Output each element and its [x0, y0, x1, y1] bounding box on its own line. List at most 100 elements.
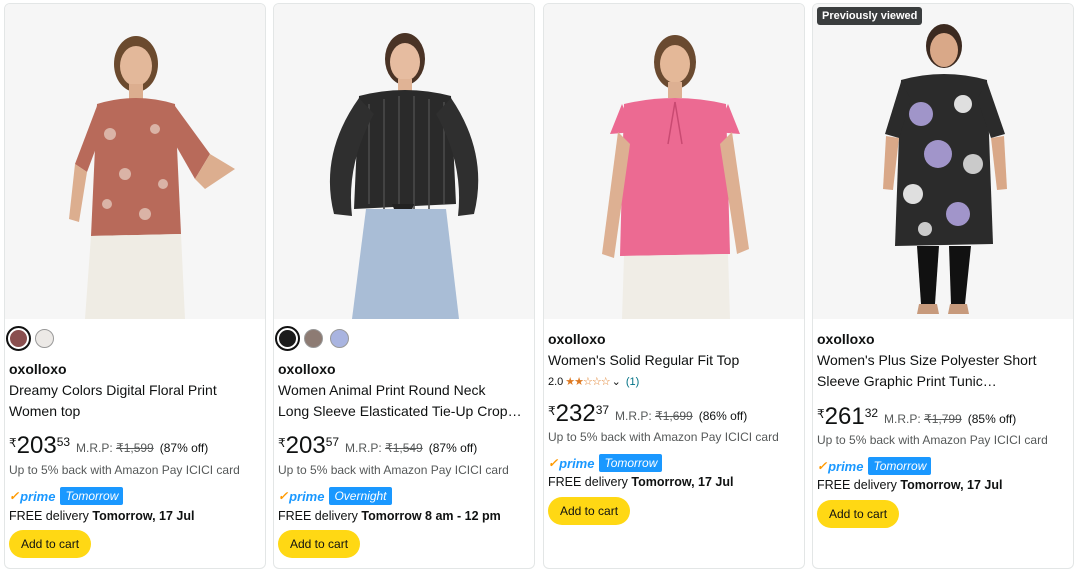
prime-delivery-tag: Tomorrow — [868, 457, 932, 475]
prime-delivery-tag: Overnight — [329, 487, 392, 505]
mrp-label: M.R.P: — [884, 412, 921, 426]
delivery-date: Tomorrow, 17 Jul — [92, 509, 195, 523]
prime-badge: ✓ prime Tomorrow — [548, 454, 663, 472]
price-whole: 261 — [824, 403, 865, 430]
discount-percent: (87% off) — [159, 441, 209, 455]
prime-badge: ✓ prime Overnight — [278, 487, 392, 505]
delivery-info: FREE delivery Tomorrow 8 am - 12 pm — [278, 509, 501, 523]
mrp: M.R.P: ₹1,549 — [345, 441, 423, 455]
price-row: ₹ 203 53 M.R.P: ₹1,599 (87% off) — [9, 433, 208, 459]
delivery-date: Tomorrow 8 am - 12 pm — [361, 509, 501, 523]
brand-name: oxolloxo — [548, 331, 606, 347]
currency-symbol: ₹ — [278, 436, 286, 450]
product-image[interactable] — [5, 4, 265, 319]
product-title[interactable]: Dreamy Colors Digital Floral Print Women… — [9, 380, 261, 422]
product-title[interactable]: Women's Solid Regular Fit Top — [548, 350, 800, 371]
rating-count[interactable]: (1) — [626, 376, 639, 388]
product-image[interactable] — [274, 4, 534, 319]
title-line-1: Dreamy Colors Digital Floral Print — [9, 382, 217, 398]
title-line-1: Women's Solid Regular Fit Top — [548, 352, 740, 368]
swatch-brown[interactable] — [6, 326, 31, 351]
price-fraction: 57 — [325, 435, 340, 449]
prime-badge: ✓ prime Tomorrow — [817, 457, 932, 475]
swatch-black[interactable] — [275, 326, 300, 351]
price-whole: 232 — [555, 400, 596, 427]
prime-logo: ✓ prime — [9, 489, 55, 504]
cashback-offer: Up to 5% back with Amazon Pay ICICI card — [9, 463, 240, 477]
rating-value: 2.0 — [548, 375, 564, 388]
mrp-value: ₹1,599 — [116, 441, 154, 455]
add-to-cart-button[interactable]: Add to cart — [9, 530, 92, 558]
price-row: ₹ 261 32 M.R.P: ₹1,799 (85% off) — [817, 404, 1016, 430]
cashback-offer: Up to 5% back with Amazon Pay ICICI card — [278, 463, 509, 477]
prime-label: prime — [289, 488, 325, 504]
delivery-prefix: FREE delivery — [817, 478, 897, 492]
product-card[interactable]: oxolloxo Dreamy Colors Digital Floral Pr… — [4, 3, 266, 569]
price-fraction: 32 — [864, 406, 879, 420]
delivery-date: Tomorrow, 17 Jul — [631, 475, 734, 489]
mrp-value: ₹1,549 — [385, 441, 423, 455]
currency-symbol: ₹ — [817, 407, 825, 421]
delivery-prefix: FREE delivery — [548, 475, 628, 489]
product-title[interactable]: Women's Plus Size Polyester Short Sleeve… — [817, 350, 1069, 392]
title-line-1: Women Animal Print Round Neck — [278, 382, 486, 398]
price-fraction: 53 — [56, 435, 71, 449]
star-rating-icon: ★★☆☆☆ — [565, 376, 610, 388]
delivery-info: FREE delivery Tomorrow, 17 Jul — [548, 475, 733, 489]
delivery-info: FREE delivery Tomorrow, 17 Jul — [817, 478, 1002, 492]
prime-label: prime — [20, 488, 56, 504]
prime-label: prime — [828, 458, 864, 474]
mrp: M.R.P: ₹1,799 — [884, 412, 962, 426]
title-line-2: Long Sleeve Elasticated Tie-Up Crop… — [278, 403, 522, 419]
swatch-lavender[interactable] — [330, 329, 349, 348]
mrp-label: M.R.P: — [345, 441, 382, 455]
discount-percent: (87% off) — [428, 441, 478, 455]
title-line-2: Sleeve Graphic Print Tunic… — [817, 373, 997, 389]
mrp-value: ₹1,699 — [655, 409, 693, 423]
product-image[interactable] — [544, 4, 804, 319]
prime-badge: ✓ prime Tomorrow — [9, 487, 124, 505]
prime-delivery-tag: Tomorrow — [60, 487, 124, 505]
add-to-cart-button[interactable]: Add to cart — [817, 500, 900, 528]
prime-logo: ✓ prime — [278, 489, 324, 504]
currency-symbol: ₹ — [9, 436, 17, 450]
delivery-prefix: FREE delivery — [9, 509, 89, 523]
prime-check-icon: ✓ — [817, 459, 828, 473]
prime-check-icon: ✓ — [9, 489, 20, 503]
color-swatches — [275, 326, 349, 351]
price-row: ₹ 203 57 M.R.P: ₹1,549 (87% off) — [278, 433, 477, 459]
prime-logo: ✓ prime — [548, 456, 594, 471]
title-line-2: Women top — [9, 403, 81, 419]
product-card[interactable]: oxolloxo Women's Solid Regular Fit Top 2… — [543, 3, 805, 569]
product-title[interactable]: Women Animal Print Round Neck Long Sleev… — [278, 380, 530, 422]
mrp: M.R.P: ₹1,699 — [615, 409, 693, 423]
prime-delivery-tag: Tomorrow — [599, 454, 663, 472]
product-card[interactable]: oxolloxo Women Animal Print Round Neck L… — [273, 3, 535, 569]
color-swatches — [6, 326, 54, 351]
cashback-offer: Up to 5% back with Amazon Pay ICICI card — [548, 430, 779, 444]
product-image[interactable]: Previously viewed — [813, 4, 1073, 319]
discount-percent: (85% off) — [967, 412, 1017, 426]
prime-label: prime — [559, 455, 595, 471]
mrp-label: M.R.P: — [615, 409, 652, 423]
prime-check-icon: ✓ — [548, 456, 559, 470]
swatch-taupe[interactable] — [304, 329, 323, 348]
brand-name: oxolloxo — [278, 361, 336, 377]
rating-row[interactable]: 2.0 ★★☆☆☆ ⌄ (1) — [548, 375, 639, 389]
brand-name: oxolloxo — [9, 361, 67, 377]
mrp-label: M.R.P: — [76, 441, 113, 455]
currency-symbol: ₹ — [548, 404, 556, 418]
add-to-cart-button[interactable]: Add to cart — [548, 497, 631, 525]
mrp-value: ₹1,799 — [924, 412, 962, 426]
product-card[interactable]: Previously viewed oxolloxo Women's Plus … — [812, 3, 1074, 569]
delivery-prefix: FREE delivery — [278, 509, 358, 523]
title-line-1: Women's Plus Size Polyester Short — [817, 352, 1037, 368]
swatch-white[interactable] — [35, 329, 54, 348]
chevron-down-icon[interactable]: ⌄ — [612, 375, 621, 388]
add-to-cart-button[interactable]: Add to cart — [278, 530, 361, 558]
prime-check-icon: ✓ — [278, 489, 289, 503]
cashback-offer: Up to 5% back with Amazon Pay ICICI card — [817, 433, 1048, 447]
brand-name: oxolloxo — [817, 331, 875, 347]
price-whole: 203 — [285, 432, 326, 459]
delivery-info: FREE delivery Tomorrow, 17 Jul — [9, 509, 194, 523]
